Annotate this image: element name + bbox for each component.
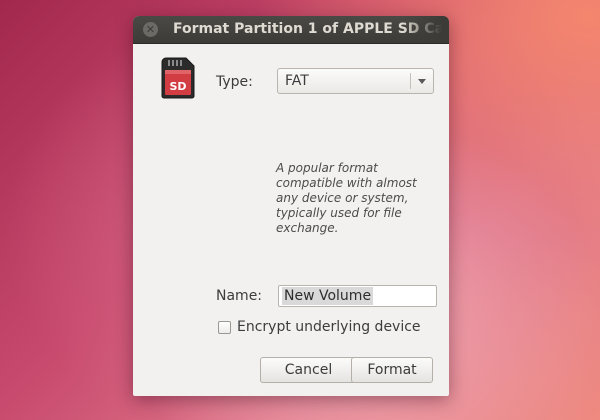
type-description: A popular format compatible with almost … [276,161,417,235]
encrypt-label[interactable]: Encrypt underlying device [237,319,421,335]
cancel-button[interactable]: Cancel [260,357,357,383]
type-combo-value: FAT [285,73,309,89]
name-input-value: New Volume [282,287,374,305]
encrypt-checkbox[interactable] [218,321,231,334]
format-button[interactable]: Format [351,357,433,383]
format-dialog: ✕ Format Partition 1 of APPLE SD Card SD… [133,16,449,396]
title-fade [403,16,449,43]
name-input[interactable]: New Volume [278,285,437,307]
close-icon[interactable]: ✕ [143,22,158,37]
type-label: Type: [216,74,253,90]
chevron-down-icon[interactable] [418,79,426,84]
combo-separator [410,73,411,89]
name-label: Name: [216,288,263,304]
type-combo[interactable]: FAT [277,68,434,94]
title-bar[interactable]: ✕ Format Partition 1 of APPLE SD Card [133,16,449,44]
sd-icon-label: SD [169,80,186,93]
sd-card-icon: SD [161,57,195,99]
